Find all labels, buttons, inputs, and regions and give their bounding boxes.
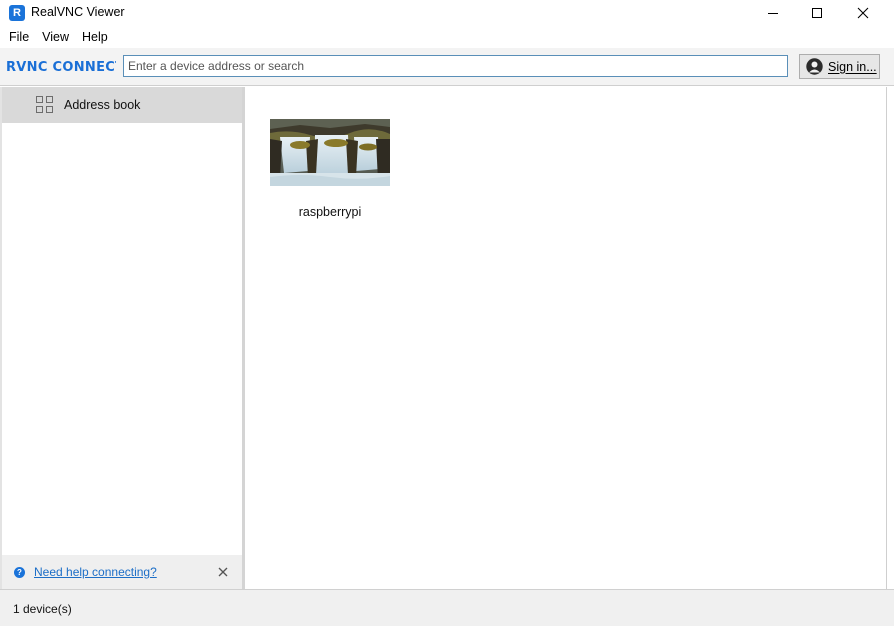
sidebar: Address book ? Need help connecting? — [0, 87, 242, 589]
sidebar-item-label: Address book — [64, 98, 141, 112]
need-help-link[interactable]: Need help connecting? — [34, 565, 157, 579]
menu-bar: File View Help — [0, 28, 116, 48]
device-count: 1 device(s) — [13, 602, 72, 616]
minimize-button[interactable] — [750, 0, 796, 26]
user-avatar-icon — [806, 58, 823, 75]
maximize-icon — [812, 8, 822, 18]
rvnc-connect-logo-graphic: RVNC CONNECT — [6, 60, 124, 75]
rvnc-connect-logo: RVNC CONNECT — [6, 58, 124, 80]
help-banner: ? Need help connecting? — [2, 555, 242, 589]
sign-in-button[interactable]: Sign in... — [799, 54, 880, 79]
close-icon — [857, 7, 869, 19]
device-thumbnail — [270, 119, 390, 186]
search-field[interactable] — [123, 55, 788, 77]
device-name: raspberrypi — [298, 205, 362, 219]
realvnc-logo-icon: R — [9, 5, 25, 21]
search-input[interactable] — [124, 56, 787, 76]
realvnc-viewer-window: R RealVNC Viewer File View Help RVNC CON… — [0, 0, 894, 626]
maximize-button[interactable] — [794, 0, 840, 26]
grid-icon — [36, 96, 54, 114]
question-icon: ? — [14, 566, 25, 578]
toolbar: RVNC CONNECT Sign in... — [0, 48, 894, 86]
window-title: RealVNC Viewer — [31, 5, 125, 19]
device-list-pane: raspberrypi — [245, 87, 887, 589]
minimize-icon — [768, 12, 778, 14]
close-button[interactable] — [840, 0, 886, 26]
close-icon — [218, 567, 228, 577]
sidebar-item-address-book[interactable]: Address book — [2, 87, 242, 123]
device-card[interactable]: raspberrypi — [269, 119, 391, 229]
sign-in-label: Sign in... — [828, 59, 877, 74]
menu-view[interactable]: View — [37, 28, 77, 48]
content-border — [886, 87, 887, 589]
waterfall-image — [270, 119, 390, 186]
dismiss-help-button[interactable] — [215, 564, 231, 580]
svg-text:RVNC CONNECT: RVNC CONNECT — [6, 60, 116, 75]
status-bar: 1 device(s) — [0, 589, 894, 626]
title-bar: R RealVNC Viewer — [0, 0, 894, 26]
menu-file[interactable]: File — [0, 28, 37, 48]
menu-help[interactable]: Help — [77, 28, 116, 48]
